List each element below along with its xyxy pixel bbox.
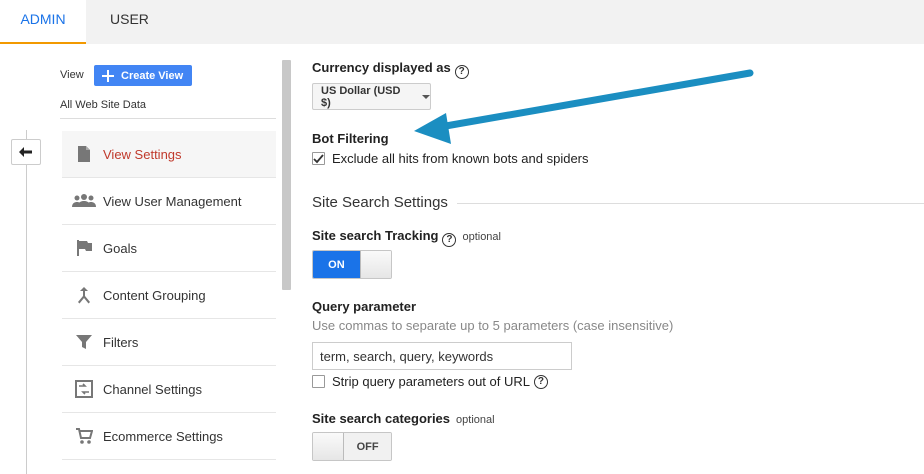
currency-label: Currency displayed as bbox=[312, 60, 451, 75]
currency-value: US Dollar (USD $) bbox=[321, 84, 401, 109]
currency-label-row: Currency displayed as? bbox=[312, 60, 469, 79]
back-button[interactable] bbox=[11, 139, 41, 165]
create-view-label: Create View bbox=[121, 69, 184, 82]
strip-query-row: Strip query parameters out of URL? bbox=[312, 374, 548, 389]
chevron-down-icon bbox=[422, 94, 430, 99]
query-parameter-label: Query parameter bbox=[312, 299, 417, 314]
sidebar-item-view-user-management[interactable]: View User Management bbox=[62, 178, 276, 225]
top-tabs-bar: ADMIN USER bbox=[0, 0, 924, 44]
sidebar-menu: View Settings View User Management Goals… bbox=[62, 131, 276, 460]
sidebar-item-label: Goals bbox=[103, 240, 137, 256]
tab-admin[interactable]: ADMIN bbox=[0, 0, 86, 44]
site-search-categories-label: Site search categories bbox=[312, 411, 451, 426]
site-search-categories-toggle[interactable]: OFF bbox=[312, 432, 392, 461]
sidebar-item-view-settings[interactable]: View Settings bbox=[62, 131, 276, 178]
funnel-icon bbox=[66, 319, 102, 366]
checkmark-icon bbox=[313, 153, 324, 163]
flag-icon bbox=[66, 225, 102, 272]
bot-filtering-row: Exclude all hits from known bots and spi… bbox=[312, 151, 589, 166]
tab-user[interactable]: USER bbox=[110, 0, 149, 44]
sidebar-item-goals[interactable]: Goals bbox=[62, 225, 276, 272]
bot-filtering-checkbox[interactable] bbox=[312, 152, 325, 165]
strip-query-checkbox[interactable] bbox=[312, 375, 325, 388]
property-name: All Web Site Data bbox=[60, 99, 147, 111]
sidebar-scrollbar[interactable] bbox=[282, 60, 291, 290]
help-icon[interactable]: ? bbox=[454, 64, 469, 79]
sidebar-item-filters[interactable]: Filters bbox=[62, 319, 276, 366]
sidebar-item-ecommerce-settings[interactable]: Ecommerce Settings bbox=[62, 413, 276, 460]
toggle-state: ON bbox=[313, 251, 360, 278]
bot-filtering-label: Bot Filtering bbox=[312, 131, 389, 146]
bot-filtering-checkbox-label: Exclude all hits from known bots and spi… bbox=[332, 151, 589, 166]
help-icon[interactable]: ? bbox=[442, 232, 457, 247]
plus-icon bbox=[98, 65, 118, 86]
channel-icon bbox=[66, 366, 102, 413]
toggle-state: OFF bbox=[344, 433, 391, 460]
toggle-knob bbox=[359, 251, 391, 278]
sidebar-item-label: Content Grouping bbox=[103, 287, 206, 303]
sidebar-item-content-grouping[interactable]: Content Grouping bbox=[62, 272, 276, 319]
sidebar-item-label: Ecommerce Settings bbox=[103, 428, 223, 444]
document-icon bbox=[66, 131, 102, 178]
sidebar-item-label: View User Management bbox=[103, 193, 242, 209]
sidebar-item-label: Filters bbox=[103, 334, 139, 350]
header-divider bbox=[60, 118, 276, 119]
site-search-tracking-row: Site search Tracking? optional bbox=[312, 228, 501, 247]
currency-select[interactable]: US Dollar (USD $) bbox=[312, 83, 431, 110]
section-divider bbox=[457, 203, 924, 204]
people-icon bbox=[66, 178, 102, 225]
view-label: View bbox=[60, 69, 84, 81]
site-search-categories-row: Site search categories optional bbox=[312, 411, 495, 426]
optional-tag: optional bbox=[462, 231, 501, 243]
sidebar-item-label: View Settings bbox=[103, 146, 182, 162]
rail-line bbox=[26, 130, 27, 474]
cart-icon bbox=[66, 413, 102, 460]
optional-tag: optional bbox=[456, 414, 495, 426]
site-search-section-title: Site Search Settings bbox=[312, 194, 448, 211]
sidebar-item-channel-settings[interactable]: Channel Settings bbox=[62, 366, 276, 413]
merge-icon bbox=[66, 272, 102, 319]
toggle-knob bbox=[313, 433, 345, 460]
create-view-button[interactable]: Create View bbox=[94, 65, 192, 86]
site-search-tracking-label: Site search Tracking bbox=[312, 228, 439, 243]
help-icon[interactable]: ? bbox=[533, 374, 548, 389]
back-arrow-icon bbox=[19, 147, 32, 157]
query-parameter-input[interactable] bbox=[312, 342, 572, 370]
query-parameter-hint: Use commas to separate up to 5 parameter… bbox=[312, 318, 674, 333]
strip-query-label: Strip query parameters out of URL bbox=[332, 374, 530, 389]
sidebar-item-label: Channel Settings bbox=[103, 381, 203, 397]
site-search-tracking-toggle[interactable]: ON bbox=[312, 250, 392, 279]
